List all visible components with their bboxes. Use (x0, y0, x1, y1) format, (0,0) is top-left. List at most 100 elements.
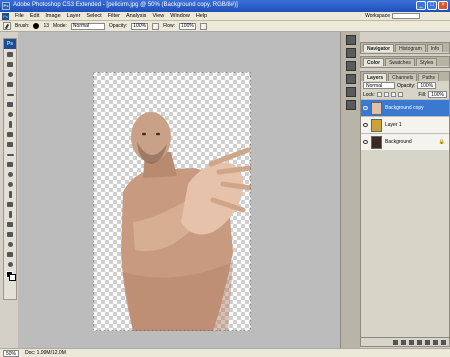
menu-window[interactable]: Window (167, 13, 193, 19)
brush-preview-icon[interactable] (33, 23, 40, 29)
layer-opacity-label: Opacity: (397, 82, 416, 89)
brush-label: Brush: (15, 23, 30, 29)
dodge-tool-icon[interactable] (4, 180, 16, 189)
minimize-button[interactable]: _ (416, 1, 426, 10)
opacity-field[interactable]: 100% (131, 22, 149, 30)
layer-style-icon[interactable] (401, 339, 406, 345)
opacity-label: Opacity: (108, 23, 128, 29)
maximize-button[interactable]: □ (427, 1, 437, 10)
notes-tool-icon[interactable] (4, 230, 16, 239)
brush-size: 13 (43, 23, 50, 29)
tab-styles[interactable]: Styles (415, 58, 438, 66)
toolbox: Ps (3, 38, 17, 300)
ps-menu-icon[interactable]: Ps (2, 12, 9, 20)
visibility-eye-icon[interactable] (363, 123, 368, 127)
tab-paths[interactable]: Paths (418, 73, 440, 81)
clone-stamp-tool-icon[interactable] (4, 130, 16, 139)
menu-view[interactable]: View (149, 13, 167, 19)
menu-image[interactable]: Image (42, 13, 63, 19)
history-panel-icon[interactable] (345, 35, 356, 45)
marquee-tool-icon[interactable] (4, 60, 16, 69)
path-selection-tool-icon[interactable] (4, 210, 16, 219)
mode-select[interactable]: Normal (70, 22, 105, 30)
tab-color[interactable]: Color (363, 58, 385, 66)
lasso-tool-icon[interactable] (4, 70, 16, 79)
workspace-selector[interactable]: Workspace (365, 13, 420, 19)
actions-panel-icon[interactable] (345, 48, 356, 58)
layer-name: Background (385, 139, 412, 145)
window-title: Adobe Photoshop CS3 Extended - [pelicirm… (13, 2, 238, 8)
layer-row-background-copy[interactable]: Background copy (361, 99, 449, 116)
menu-analysis[interactable]: Analysis (123, 13, 149, 19)
blur-tool-icon[interactable] (4, 170, 16, 179)
tab-layers[interactable]: Layers (363, 73, 388, 81)
lock-position-icon[interactable] (390, 92, 396, 97)
background-color-swatch[interactable] (9, 274, 16, 281)
hand-tool-icon[interactable] (4, 250, 16, 259)
menu-bar: Ps File Edit Image Layer Select Filter A… (0, 12, 450, 21)
magic-wand-tool-icon[interactable] (4, 80, 16, 89)
delete-layer-icon[interactable] (441, 339, 446, 345)
flow-field[interactable]: 100% (179, 22, 196, 30)
photo-man-reaching (93, 72, 251, 331)
link-layers-icon[interactable] (393, 339, 398, 345)
visibility-eye-icon[interactable] (363, 140, 368, 144)
workspace-dropdown[interactable] (392, 13, 420, 19)
character-panel-icon[interactable] (345, 100, 356, 110)
gradient-tool-icon[interactable] (4, 160, 16, 169)
airbrush-icon[interactable] (199, 22, 207, 30)
shape-tool-icon[interactable] (4, 220, 16, 229)
layer-row-layer-1[interactable]: Layer 1 (361, 116, 449, 133)
menu-file[interactable]: File (12, 13, 27, 19)
crop-tool-icon[interactable] (4, 90, 16, 99)
document-canvas[interactable] (93, 72, 251, 331)
eyedropper-tool-icon[interactable] (4, 240, 16, 249)
tool-presets-panel-icon[interactable] (345, 74, 356, 84)
close-button[interactable]: × (438, 1, 448, 10)
layer-row-background[interactable]: Background 🔒 (361, 133, 449, 150)
menu-help[interactable]: Help (193, 13, 210, 19)
healing-brush-tool-icon[interactable] (4, 110, 16, 119)
history-brush-tool-icon[interactable] (4, 140, 16, 149)
menu-layer[interactable]: Layer (64, 13, 84, 19)
layer-comps-panel-icon[interactable] (345, 87, 356, 97)
tab-channels[interactable]: Channels (388, 73, 418, 81)
tab-info[interactable]: Info (426, 44, 444, 52)
brush-tool-preset-icon[interactable] (3, 22, 11, 30)
zoom-tool-icon[interactable] (4, 260, 16, 269)
pen-pressure-icon[interactable] (152, 22, 160, 30)
visibility-eye-icon[interactable] (363, 106, 368, 110)
brush-tool-icon[interactable] (4, 120, 16, 129)
zoom-field[interactable]: 50% (3, 349, 20, 357)
pen-tool-icon[interactable] (4, 190, 16, 199)
type-tool-icon[interactable] (4, 200, 16, 209)
workspace-label: Workspace (365, 13, 390, 19)
slice-tool-icon[interactable] (4, 100, 16, 109)
move-tool-icon[interactable] (4, 50, 16, 59)
navigator-panel: Navigator Histogram Info (360, 42, 450, 54)
flow-label: Flow: (163, 23, 176, 29)
menu-select[interactable]: Select (83, 13, 104, 19)
layer-name: Layer 1 (385, 122, 402, 128)
document-info[interactable]: Doc: 1.99M/12.0M (25, 350, 66, 356)
menu-edit[interactable]: Edit (27, 13, 42, 19)
fill-label: Fill: (418, 91, 427, 98)
tab-histogram[interactable]: Histogram (395, 44, 426, 52)
photoshop-app-icon: Ps (2, 2, 10, 10)
lock-image-icon[interactable] (383, 92, 389, 97)
brushes-panel-icon[interactable] (345, 61, 356, 71)
fill-field[interactable]: 100% (428, 91, 447, 98)
lock-transparent-icon[interactable] (376, 92, 382, 97)
lock-all-icon[interactable] (397, 92, 403, 97)
new-group-icon[interactable] (425, 339, 430, 345)
tab-swatches[interactable]: Swatches (385, 58, 415, 66)
eraser-tool-icon[interactable] (4, 150, 16, 159)
new-layer-icon[interactable] (433, 339, 438, 345)
tab-navigator[interactable]: Navigator (363, 44, 395, 52)
menu-filter[interactable]: Filter (105, 13, 123, 19)
blend-mode-select[interactable]: Normal (363, 82, 395, 89)
adjustment-layer-icon[interactable] (417, 339, 422, 345)
layer-opacity-field[interactable]: 100% (417, 82, 437, 89)
layer-mask-icon[interactable] (409, 339, 414, 345)
document-work-area[interactable] (18, 32, 340, 348)
